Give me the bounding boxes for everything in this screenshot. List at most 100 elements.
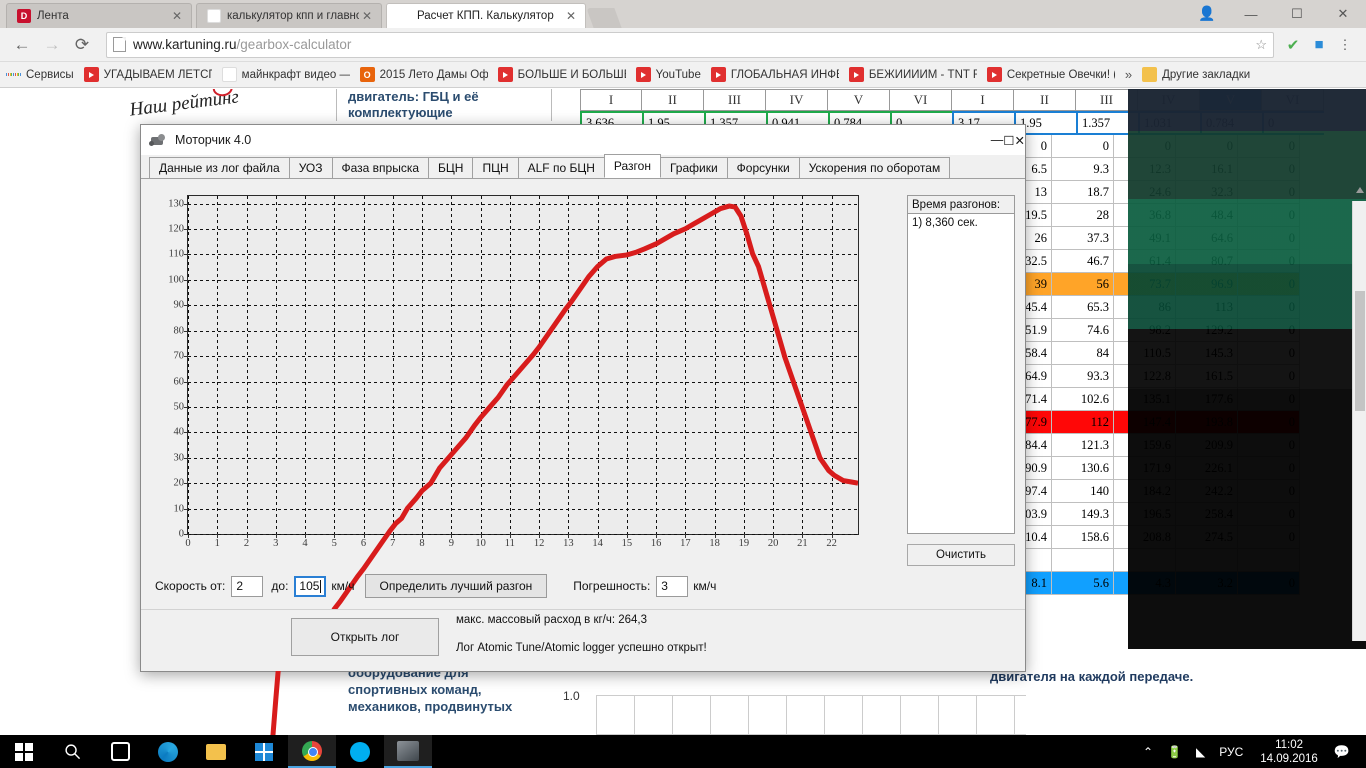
profile-icon[interactable]: 👤: [1198, 5, 1216, 23]
table-cell: 84: [1052, 342, 1114, 365]
bookmark-item-8[interactable]: Секретные Овечки! (: [986, 67, 1115, 82]
dialog-tab-3[interactable]: БЦН: [428, 157, 474, 178]
ratio-input-IV-b[interactable]: 1.031: [1138, 111, 1200, 135]
y-axis-tick-mark: [184, 305, 188, 307]
times-list[interactable]: 1) 8,360 сек.: [907, 214, 1015, 534]
ratio-input-VI-b[interactable]: 0: [1262, 111, 1324, 135]
bookmark-label: ГЛОБАЛЬНАЯ ИНФЕ: [730, 68, 839, 81]
edge-button[interactable]: [144, 735, 192, 768]
scrollbar-thumb[interactable]: [1355, 291, 1365, 411]
browser-tab-3[interactable]: кт Расчет КПП. Калькулятор ✕: [386, 3, 586, 28]
other-bookmarks-folder[interactable]: Другие закладки: [1142, 67, 1250, 82]
dialog-tab-9[interactable]: Ускорения по оборотам: [798, 157, 951, 178]
y-axis-tick-label: 110: [168, 248, 184, 260]
scroll-up-icon[interactable]: [1356, 187, 1364, 193]
x-axis-tick-mark: [363, 534, 365, 538]
extension-adblock-icon[interactable]: ✔: [1280, 32, 1306, 58]
dialog-tab-0[interactable]: Данные из лог файла: [149, 157, 290, 178]
speed-controls-row: Скорость от: 2 до: 105 км/ч Определить л…: [155, 573, 1015, 599]
motorchik-taskbar-button[interactable]: [384, 735, 432, 768]
speed-to-input[interactable]: 105: [294, 575, 327, 597]
address-bar[interactable]: www.kartuning.ru/gearbox-calculator ☆: [106, 31, 1274, 58]
x-axis-tick-label: 20: [767, 538, 779, 549]
start-button[interactable]: [0, 735, 48, 768]
table-cell: [1114, 549, 1176, 572]
explorer-button[interactable]: [192, 735, 240, 768]
x-axis-tick-label: 16: [650, 538, 662, 549]
dialog-tab-6[interactable]: Разгон: [603, 154, 661, 178]
table-cell: 113: [1176, 296, 1238, 319]
dialog-maximize-button[interactable]: ☐: [1003, 133, 1014, 148]
skype-icon: [350, 741, 370, 762]
ratio-input-III-b[interactable]: 1.357: [1076, 111, 1138, 135]
dialog-tab-4[interactable]: ПЦН: [472, 157, 519, 178]
search-button[interactable]: [48, 735, 96, 768]
bookmark-item-4[interactable]: БОЛЬШЕ И БОЛЬШЕ: [497, 67, 626, 82]
clear-button[interactable]: Очистить: [907, 544, 1015, 566]
dialog-tab-label: ПЦН: [482, 161, 509, 175]
speed-from-input[interactable]: 2: [231, 575, 264, 597]
dialog-tab-1[interactable]: УОЗ: [288, 157, 333, 178]
table-cell: 258.4: [1176, 503, 1238, 526]
table-cell: 32.3: [1176, 181, 1238, 204]
clock[interactable]: 11:02 14.09.2016: [1250, 738, 1328, 766]
wifi-icon[interactable]: ◣: [1189, 745, 1212, 759]
ratio-input-V-b[interactable]: 0.784: [1200, 111, 1262, 135]
dialog-title-bar[interactable]: Моторчик 4.0 — ☐ ✕: [141, 125, 1025, 155]
bookmark-item-6[interactable]: ГЛОБАЛЬНАЯ ИНФЕ: [710, 67, 839, 82]
reload-icon[interactable]: ⟳: [68, 31, 96, 59]
bookmark-item-2[interactable]: Я майнкрафт видео —: [221, 67, 350, 82]
dialog-tabstrip: Данные из лог файла УОЗ Фаза впрыска БЦН ПЦН…: [141, 154, 1025, 179]
close-icon[interactable]: ✕: [169, 10, 185, 22]
dialog-tab-8[interactable]: Форсунки: [726, 157, 800, 178]
dialog-tab-7[interactable]: Графики: [659, 157, 728, 178]
bookmark-item-0[interactable]: Сервисы: [6, 67, 74, 82]
notification-icon[interactable]: 💬: [1328, 744, 1360, 760]
menu-icon[interactable]: ⋮: [1332, 32, 1358, 58]
table-cell: 46.7: [1052, 250, 1114, 273]
back-icon[interactable]: ←: [8, 31, 36, 59]
maximize-button[interactable]: ☐: [1274, 0, 1320, 28]
bookmark-star-icon[interactable]: ☆: [1255, 37, 1267, 53]
dialog-close-button[interactable]: ✕: [1015, 133, 1025, 148]
browser-tab-1[interactable]: D Лента ✕: [6, 3, 192, 28]
chrome-button[interactable]: [288, 735, 336, 768]
close-icon[interactable]: ✕: [563, 10, 579, 22]
forward-icon[interactable]: →: [38, 31, 66, 59]
determine-best-run-button[interactable]: Определить лучший разгон: [364, 574, 548, 598]
page-scrollbar[interactable]: [1352, 187, 1366, 641]
close-button[interactable]: ✕: [1320, 0, 1366, 28]
extension-shield-icon[interactable]: ■: [1306, 32, 1332, 58]
bookmarks-overflow-icon[interactable]: »: [1125, 67, 1132, 82]
bookmark-item-3[interactable]: O 2015 Лето Дамы Оф: [359, 67, 488, 82]
dialog-tab-5[interactable]: ALF по БЦН: [517, 157, 605, 178]
bookmark-label: УГАДЫВАЕМ ЛЕТСПЛ: [103, 68, 212, 81]
language-indicator[interactable]: РУС: [1212, 745, 1250, 759]
task-view-button[interactable]: [96, 735, 144, 768]
bookmark-item-1[interactable]: УГАДЫВАЕМ ЛЕТСПЛ: [83, 67, 212, 82]
chrome-icon: [302, 740, 322, 761]
page-info-icon[interactable]: [113, 37, 126, 52]
dialog-minimize-button[interactable]: —: [991, 133, 1004, 148]
tolerance-input[interactable]: 3: [656, 575, 689, 597]
bookmark-item-5[interactable]: YouTube: [635, 67, 701, 82]
youtube-icon: [710, 67, 726, 82]
gear-header-IV-b: IV: [1138, 89, 1200, 111]
bookmark-item-7[interactable]: БЕЖИИИИМ - TNT R: [848, 67, 977, 82]
store-button[interactable]: [240, 735, 288, 768]
bookmark-label: YouTube: [655, 68, 701, 81]
youtube-icon: [986, 67, 1002, 82]
new-tab-button[interactable]: [586, 8, 622, 28]
chart-plot-area: 0 10 20 30 40 50 60 70 80 90 100 110 120 130 0 1 2 3 4 5 6 7 8…: [168, 195, 859, 538]
tray-chevron-icon[interactable]: ⌃: [1136, 745, 1160, 759]
x-axis-tick-label: 2: [243, 538, 250, 549]
minimize-button[interactable]: —: [1228, 0, 1274, 28]
dialog-tab-2[interactable]: Фаза впрыска: [331, 157, 430, 178]
browser-tab-2[interactable]: Я калькулятор кпп и главно ✕: [196, 3, 382, 28]
table-cell: 0: [1238, 503, 1300, 526]
open-log-button[interactable]: Открыть лог: [291, 618, 439, 656]
skype-button[interactable]: [336, 735, 384, 768]
delfi-icon: D: [17, 9, 31, 23]
close-icon[interactable]: ✕: [359, 10, 375, 22]
battery-icon[interactable]: 🔋: [1160, 745, 1189, 759]
